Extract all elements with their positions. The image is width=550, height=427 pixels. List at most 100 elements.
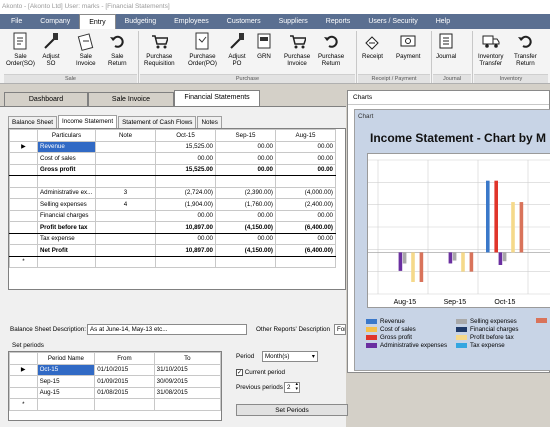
cell-oct-15[interactable]: 15,525.00: [155, 140, 216, 153]
cell-aug-15[interactable]: (6,400.00): [275, 221, 336, 234]
row-indicator[interactable]: [9, 175, 38, 188]
row-indicator[interactable]: ▶: [9, 140, 38, 153]
cell-oct-15[interactable]: 00.00: [155, 209, 216, 222]
row-indicator[interactable]: *: [9, 398, 38, 411]
cell-oct-15[interactable]: (1,904.00): [155, 198, 216, 211]
menu-file[interactable]: File: [2, 14, 31, 29]
row-indicator[interactable]: [9, 386, 38, 399]
ribbon-button-inventory-transfer[interactable]: Inventory Transfer: [478, 30, 503, 67]
cell-note[interactable]: [95, 244, 156, 257]
cell-to[interactable]: 31/08/2015: [153, 386, 221, 399]
row-indicator[interactable]: [9, 232, 38, 245]
cell-particulars[interactable]: Financial charges: [37, 209, 96, 222]
subtab-notes[interactable]: Notes: [197, 116, 222, 128]
ribbon-button-sale-invoice[interactable]: Sale Invoice: [76, 30, 96, 67]
ribbon-button-sale-return[interactable]: Sale Return: [108, 30, 127, 67]
row-indicator[interactable]: [9, 198, 38, 211]
col-oct-15[interactable]: Oct-15: [155, 129, 216, 142]
table-row[interactable]: *: [9, 255, 336, 268]
cell-sep-15[interactable]: [215, 255, 276, 268]
row-indicator[interactable]: [9, 163, 38, 176]
period-row[interactable]: ▶ Oct-15 01/10/2015 31/10/2015: [9, 363, 221, 376]
previous-periods-stepper[interactable]: 2 ▴ ▾: [284, 382, 300, 393]
ribbon-button-payment[interactable]: Payment: [396, 30, 420, 60]
menu-budgeting[interactable]: Budgeting: [116, 14, 166, 29]
menu-reports[interactable]: Reports: [317, 14, 360, 29]
cell-particulars[interactable]: Selling expenses: [37, 198, 96, 211]
cell-note[interactable]: [95, 163, 156, 176]
row-indicator[interactable]: [9, 209, 38, 222]
tab-sale-invoice[interactable]: Sale Invoice: [88, 92, 174, 106]
cell-oct-15[interactable]: [155, 175, 216, 188]
cell-particulars[interactable]: Net Profit: [37, 244, 96, 257]
cell-note[interactable]: [95, 152, 156, 165]
col-sep-15[interactable]: Sep-15: [215, 129, 276, 142]
cell-sep-15[interactable]: 00.00: [215, 163, 276, 176]
cell-aug-15[interactable]: (6,400.00): [275, 244, 336, 257]
row-indicator[interactable]: ▶: [9, 363, 38, 376]
cell-oct-15[interactable]: 10,897.00: [155, 221, 216, 234]
ribbon-button-sale-orderso[interactable]: Sale Order(SO): [6, 30, 35, 67]
row-indicator[interactable]: [9, 152, 38, 165]
menu-help[interactable]: Help: [427, 14, 459, 29]
cell-oct-15[interactable]: 15,525.00: [155, 163, 216, 176]
cell-note[interactable]: [95, 255, 156, 268]
table-row[interactable]: Cost of sales 00.00 00.00 00.00: [9, 152, 336, 165]
col-note[interactable]: Note: [95, 129, 156, 142]
menu-entry[interactable]: Entry: [79, 14, 116, 29]
cell-from[interactable]: 01/08/2015: [94, 386, 155, 399]
cell-aug-15[interactable]: [275, 255, 336, 268]
cell-to[interactable]: 30/09/2015: [153, 375, 221, 388]
cell-sep-15[interactable]: 00.00: [215, 232, 276, 245]
cell-from[interactable]: 01/10/2015: [94, 363, 155, 376]
cell-aug-15[interactable]: 00.00: [275, 209, 336, 222]
empty-cell[interactable]: [36, 398, 96, 411]
ribbon-button-purchase-orderpo[interactable]: Purchase Order(PO): [188, 30, 217, 67]
cell-particulars[interactable]: Administrative ex...: [37, 186, 96, 199]
period-row[interactable]: Aug-15 01/08/2015 31/08/2015: [9, 386, 221, 399]
row-indicator[interactable]: [9, 375, 38, 388]
cell-aug-15[interactable]: 00.00: [275, 232, 336, 245]
menu-suppliers[interactable]: Suppliers: [270, 14, 317, 29]
cell-from[interactable]: 01/09/2015: [94, 375, 155, 388]
cell-oct-15[interactable]: [155, 255, 216, 268]
ribbon-button-adjust-po[interactable]: Adjust PO: [228, 30, 246, 67]
cell-note[interactable]: 4: [95, 198, 156, 211]
ribbon-button-receipt[interactable]: Receipt: [362, 30, 383, 60]
cell-note[interactable]: [95, 140, 156, 153]
ribbon-button-purchase-invoice[interactable]: Purchase Invoice: [284, 30, 310, 67]
cell-sep-15[interactable]: (1,760.00): [215, 198, 276, 211]
period-select[interactable]: Month(s) ▾: [262, 351, 318, 362]
cell-sep-15[interactable]: 00.00: [215, 140, 276, 153]
tab-dashboard[interactable]: Dashboard: [4, 92, 88, 106]
cell-oct-15[interactable]: 10,897.00: [155, 244, 216, 257]
cell-oct-15[interactable]: 00.00: [155, 232, 216, 245]
cell-aug-15[interactable]: 00.00: [275, 163, 336, 176]
row-indicator[interactable]: [9, 221, 38, 234]
cell-aug-15[interactable]: 00.00: [275, 152, 336, 165]
cell-period-name[interactable]: Oct-15: [36, 363, 96, 376]
cell-oct-15[interactable]: 00.00: [155, 152, 216, 165]
cell-particulars[interactable]: Cost of sales: [37, 152, 96, 165]
periods-grid[interactable]: Period Name From To ▶ Oct-15 01/10/2015 31/…: [8, 351, 222, 421]
ribbon-button-journal[interactable]: Journal: [436, 30, 456, 60]
col-to[interactable]: To: [153, 352, 221, 365]
set-periods-button[interactable]: Set Periods: [236, 404, 348, 416]
cell-sep-15[interactable]: 00.00: [215, 152, 276, 165]
col-period-name[interactable]: Period Name: [36, 352, 96, 365]
cell-aug-15[interactable]: [275, 175, 336, 188]
period-row[interactable]: Sep-15 01/09/2015 30/09/2015: [9, 375, 221, 388]
table-row[interactable]: Gross profit 15,525.00 00.00 00.00: [9, 163, 336, 176]
cell-sep-15[interactable]: (4,150.00): [215, 244, 276, 257]
other-description-input[interactable]: For t: [334, 324, 346, 335]
current-period-checkbox[interactable]: ✓ Current period: [236, 369, 285, 376]
cell-note[interactable]: 3: [95, 186, 156, 199]
menu-customers[interactable]: Customers: [218, 14, 270, 29]
menu-company[interactable]: Company: [31, 14, 79, 29]
cell-particulars[interactable]: [37, 255, 96, 268]
ribbon-button-adjust-so[interactable]: Adjust SO: [42, 30, 60, 67]
period-new-row[interactable]: *: [9, 398, 221, 411]
cell-sep-15[interactable]: (4,150.00): [215, 221, 276, 234]
bs-description-input[interactable]: As at June-14, May-13 etc...: [87, 324, 247, 335]
subtab-income-statement[interactable]: Income Statement: [57, 115, 118, 128]
